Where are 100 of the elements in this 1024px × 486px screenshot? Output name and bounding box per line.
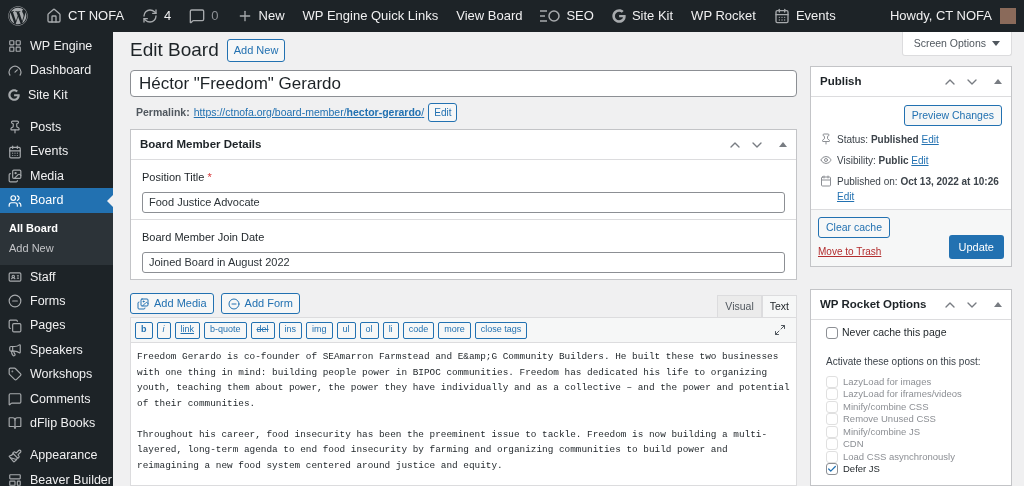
admin-bar-link[interactable]: WP Engine Quick Links [302,6,439,26]
triangle-icon[interactable] [779,142,787,147]
triangle-icon[interactable] [992,41,1000,46]
menu-item[interactable]: Staff [0,264,113,290]
publish-info: Status: Published Edit [837,133,939,147]
preview-button[interactable]: Preview Changes [903,105,1002,126]
quicktag-button[interactable]: ins [278,321,303,339]
menu-item[interactable]: Beaver Builder [0,467,113,486]
admin-bar-link[interactable]: 4 [142,6,172,26]
menu-item[interactable]: Forms [0,289,113,314]
menu-item[interactable]: Posts [0,115,113,140]
speech-bubble-icon [189,8,206,24]
quicktag-button[interactable]: del [250,321,275,339]
quicktag-button[interactable]: link [174,321,200,339]
trash-link[interactable]: Move to Trash [818,244,891,259]
edit-permalink-button[interactable]: Edit [428,103,458,122]
menu-item[interactable]: Pages [0,313,113,338]
menu-item[interactable]: Media [0,163,113,189]
permalink-link[interactable]: https://ctnofa.org/board-member/hector-gerardo/ [193,104,425,121]
admin-bar-link[interactable]: View Board [456,6,523,26]
box-title: Publish [820,73,862,89]
edit-link[interactable]: Edit [921,134,939,145]
menu-item[interactable]: Events [0,139,113,164]
admin-bar-link[interactable]: Events [773,6,836,26]
quicktag-button[interactable]: ol [359,321,379,339]
google-icon [8,88,20,101]
fullscreen-icon[interactable] [774,324,786,336]
checkbox-label: LazyLoad for images [843,375,932,388]
checkbox[interactable] [826,463,838,476]
quicktag-button[interactable]: ul [336,321,356,339]
quicktag-button[interactable]: code [402,321,435,339]
triangle-icon[interactable] [994,302,1002,307]
menu-item[interactable]: Dashboard [0,58,113,83]
admin-bar-link[interactable]: CT NOFA [46,6,125,26]
google-icon [611,9,626,23]
field-label: Board Member Join Date [142,230,265,245]
publish-info: Published on: Oct 13, 2022 at 10:26 Edit [837,175,1000,204]
text-field[interactable]: Food Justice Advocate [142,191,785,213]
greeting-link[interactable]: Howdy, CT NOFA [889,6,992,26]
menu-item[interactable]: Site Kit [0,82,113,108]
editor-tab[interactable]: Text [761,295,797,317]
checkbox-label: Minify/combine JS [843,425,921,438]
calendar-icon [820,175,832,187]
quicktag-button[interactable]: b-quote [204,321,247,339]
edit-link[interactable]: Edit [911,155,929,166]
quicktag-button[interactable]: more [438,321,471,339]
triangle-icon[interactable] [994,79,1002,84]
quicktag-button[interactable]: i [156,321,171,339]
paintbrush-icon [8,448,22,463]
media-button[interactable]: Add Form [220,293,300,314]
megaphone-icon [8,343,22,358]
layout-icon [8,473,22,486]
box-title: WP Rocket Options [820,296,927,312]
edit-link[interactable]: Edit [837,191,855,202]
grid-icon [8,39,22,54]
pushpin-icon [8,120,22,135]
media-button[interactable]: Add Media [130,293,214,314]
seo-icon [540,10,561,22]
checkbox-label: LazyLoad for iframes/videos [843,388,962,401]
editor-tab[interactable]: Visual [717,295,762,317]
id-card-icon [8,269,22,284]
menu-item[interactable]: WP Engine [0,34,113,59]
checkbox-label: Minify/combine CSS [843,400,929,413]
form-icon [8,294,22,309]
update-button[interactable]: Update [948,235,1004,259]
menu-item[interactable]: Appearance [0,443,113,468]
admin-bar-link[interactable]: WP Rocket [691,6,756,26]
field-label: Position Title [142,170,205,185]
menu-item[interactable]: Comments [0,386,113,412]
pages-icon [8,318,22,333]
book-icon [8,416,22,431]
people-icon [8,193,22,208]
submenu-item[interactable]: All Board [0,218,113,239]
page-title: Edit Board [130,38,219,63]
quicktag-button[interactable]: img [306,321,333,339]
menu-item[interactable]: Speakers [0,337,113,363]
checkbox-label: Never cache this page [842,325,947,340]
wordpress-logo-icon[interactable] [8,6,28,26]
menu-item[interactable]: dFlip Books [0,411,113,436]
quicktag-button[interactable]: b [135,321,153,339]
admin-bar-link[interactable]: 0 [189,6,219,26]
title-field[interactable]: Héctor "Freedom" Gerardo [130,70,797,97]
publish-info: Visibility: Public Edit [837,154,929,168]
refresh-icon [142,8,159,24]
admin-bar-link[interactable]: SEO [540,6,594,26]
quicktag-button[interactable]: close tags [474,321,528,339]
admin-bar-link[interactable]: Site Kit [611,6,674,26]
quicktag-button[interactable]: li [382,321,399,339]
screen-options-button[interactable]: Screen Options [901,32,1012,56]
checkbox[interactable] [826,326,838,339]
submenu-item[interactable]: Add New [0,238,113,259]
menu-item[interactable]: Workshops [0,362,113,387]
admin-bar-link[interactable]: New [236,6,285,26]
required-asterisk: * [207,170,212,185]
speech-bubble-icon [8,391,22,406]
menu-item[interactable]: Board [0,188,113,213]
text-field[interactable]: Joined Board in August 2022 [142,251,785,273]
tag-icon [8,367,22,382]
add-new-button[interactable]: Add New [226,39,286,62]
clear-cache-button[interactable]: Clear cache [818,217,891,238]
